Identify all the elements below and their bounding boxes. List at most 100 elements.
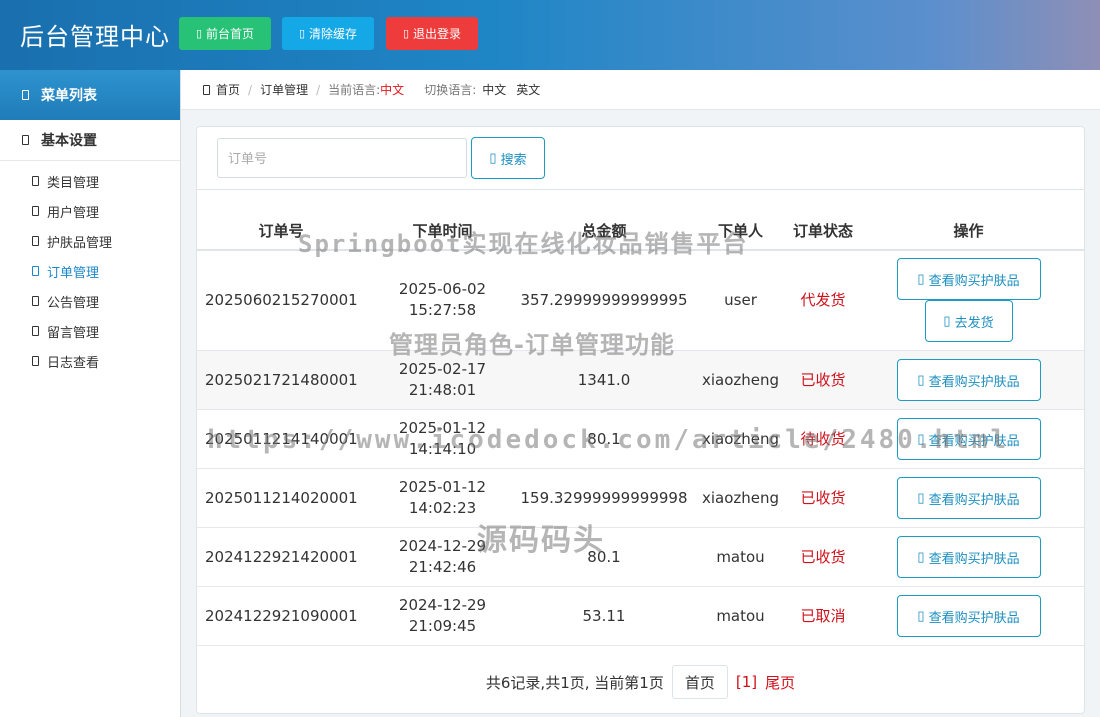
order-time: 14:02:23	[408, 499, 477, 517]
sidebar-item-skincare[interactable]: 护肤品管理	[0, 226, 180, 256]
sidebar-item-logs[interactable]: 日志查看	[0, 346, 180, 376]
ship-order-button[interactable]: ▯ 去发货	[924, 300, 1013, 343]
sidebar-item-label: 日志查看	[47, 355, 100, 371]
order-date: 2025-02-17	[398, 360, 487, 378]
sidebar-group-title: 基本设置	[41, 133, 97, 149]
item-icon	[32, 206, 39, 216]
order-time: 21:09:45	[408, 617, 477, 635]
sidebar-item-label: 订单管理	[47, 265, 100, 281]
actions-cell: ▯ 查看购买护肤品	[853, 350, 1084, 410]
sidebar-item-label: 用户管理	[47, 205, 100, 221]
breadcrumb-home[interactable]: 首页	[216, 81, 240, 98]
frontend-home-button[interactable]: ▯ 前台首页	[179, 17, 271, 50]
order-no-cell: 2024122921090001	[197, 586, 365, 646]
amount-cell: 357.29999999999995	[520, 249, 688, 351]
view-products-button[interactable]: ▯ 查看购买护肤品	[896, 536, 1041, 578]
switch-language-en[interactable]: 英文	[516, 81, 540, 98]
sidebar-item-category[interactable]: 类目管理	[0, 166, 180, 196]
last-page-link[interactable]: 尾页	[765, 672, 795, 693]
current-page-link[interactable]: [1]	[736, 673, 757, 691]
status-cell: 待收货	[793, 409, 853, 469]
item-icon	[32, 176, 39, 186]
view-products-button[interactable]: ▯ 查看购买护肤品	[896, 418, 1041, 460]
sidebar-item-label: 护肤品管理	[47, 235, 113, 251]
order-date: 2024-12-29	[398, 537, 487, 555]
table-header-row: 订单号 下单时间 总金额 下单人 订单状态 操作	[197, 189, 1084, 251]
order-no-cell: 2025060215270001	[197, 249, 365, 351]
order-time: 21:42:46	[408, 558, 477, 576]
breadcrumb-separator: /	[316, 82, 321, 97]
app-title: 后台管理中心	[20, 23, 170, 51]
order-date: 2024-12-29	[398, 596, 487, 614]
view-products-button[interactable]: ▯ 查看购买护肤品	[896, 477, 1041, 519]
order-no-cell: 2025021721480001	[197, 350, 365, 410]
table-row: 2025021721480001 2025-02-17 21:48:01 1341…	[197, 350, 1084, 410]
customer-cell: user	[688, 249, 793, 351]
order-no-cell: 2025011214020001	[197, 468, 365, 528]
order-time: 21:48:01	[408, 381, 477, 399]
actions-cell: ▯ 查看购买护肤品	[853, 586, 1084, 646]
amount-cell: 1341.0	[520, 350, 688, 410]
home-icon	[203, 84, 210, 95]
clear-cache-button[interactable]: ▯ 清除缓存	[282, 17, 374, 50]
search-icon: ▯	[489, 150, 497, 165]
view-products-button[interactable]: ▯ 查看购买护肤品	[896, 258, 1041, 301]
status-cell: 代发货	[793, 249, 853, 351]
status-cell: 已收货	[793, 468, 853, 528]
sidebar-item-orders[interactable]: 订单管理	[0, 256, 180, 286]
switch-language-label: 切换语言:	[424, 83, 477, 97]
sidebar-item-announcements[interactable]: 公告管理	[0, 286, 180, 316]
view-icon: ▯	[917, 608, 925, 623]
order-date: 2025-01-12	[398, 419, 487, 437]
item-icon	[32, 326, 39, 336]
order-time: 14:14:10	[408, 440, 477, 458]
view-products-label: 查看购买护肤品	[928, 609, 1020, 625]
actions-cell: ▯ 查看购买护肤品	[853, 409, 1084, 469]
order-time-cell: 2024-12-29 21:42:46	[365, 527, 520, 587]
amount-cell: 80.1	[520, 409, 688, 469]
top-header: 后台管理中心 ▯ 前台首页 ▯ 清除缓存 ▯ 退出登录	[0, 0, 1100, 70]
customer-cell: xiaozheng	[688, 409, 793, 469]
switch-language-zh[interactable]: 中文	[482, 81, 506, 98]
logout-button[interactable]: ▯ 退出登录	[386, 17, 478, 50]
col-header-order-time: 下单时间	[365, 189, 520, 251]
order-date: 2025-06-02	[398, 280, 487, 299]
trash-icon: ▯	[298, 28, 306, 40]
order-time-cell: 2025-01-12 14:14:10	[365, 409, 520, 469]
sidebar-item-users[interactable]: 用户管理	[0, 196, 180, 226]
breadcrumb-separator: /	[248, 82, 253, 97]
actions-cell: ▯ 查看购买护肤品	[853, 527, 1084, 587]
item-icon	[32, 356, 39, 366]
customer-cell: xiaozheng	[688, 468, 793, 528]
sidebar-group-basic-settings[interactable]: 基本设置	[0, 120, 180, 161]
order-number-search-input[interactable]	[217, 138, 467, 178]
sidebar-item-messages[interactable]: 留言管理	[0, 316, 180, 346]
sidebar-menu-header: 菜单列表	[0, 70, 180, 120]
sidebar: 菜单列表 基本设置 类目管理 用户管理 护肤品管理 订单管理 公告管理 留言管理	[0, 70, 181, 717]
breadcrumb: 首页 / 订单管理 / 当前语言: 中文 切换语言: 中文 英文	[181, 70, 1100, 110]
search-button[interactable]: ▯ 搜索	[471, 137, 545, 179]
pagination: 共6记录,共1页, 当前第1页 首页 [1] 尾页	[197, 664, 1084, 700]
amount-cell: 159.32999999999998	[520, 468, 688, 528]
ship-icon: ▯	[943, 313, 951, 329]
settings-icon	[22, 135, 29, 145]
view-icon: ▯	[917, 431, 925, 446]
view-products-label: 查看购买护肤品	[928, 272, 1020, 288]
frontend-home-label: 前台首页	[206, 27, 255, 41]
customer-cell: xiaozheng	[688, 350, 793, 410]
table-row: 2025060215270001 2025-06-02 15:27:58 357.…	[197, 249, 1084, 351]
order-time: 15:27:58	[408, 301, 477, 320]
order-date: 2025-01-12	[398, 478, 487, 496]
view-products-button[interactable]: ▯ 查看购买护肤品	[896, 359, 1041, 401]
view-products-label: 查看购买护肤品	[928, 373, 1020, 389]
view-icon: ▯	[917, 549, 925, 564]
first-page-button[interactable]: 首页	[671, 665, 728, 699]
view-products-label: 查看购买护肤品	[928, 550, 1020, 566]
current-language-value: 中文	[380, 83, 405, 97]
search-button-label: 搜索	[500, 151, 527, 167]
sidebar-menu-title: 菜单列表	[41, 88, 97, 104]
orders-table: 订单号 下单时间 总金额 下单人 订单状态 操作 202506021527000…	[197, 189, 1084, 646]
view-products-button[interactable]: ▯ 查看购买护肤品	[896, 595, 1041, 637]
table-row: 2025011214020001 2025-01-12 14:02:23 159.…	[197, 468, 1084, 528]
table-row: 2025011214140001 2025-01-12 14:14:10 80.1…	[197, 409, 1084, 469]
